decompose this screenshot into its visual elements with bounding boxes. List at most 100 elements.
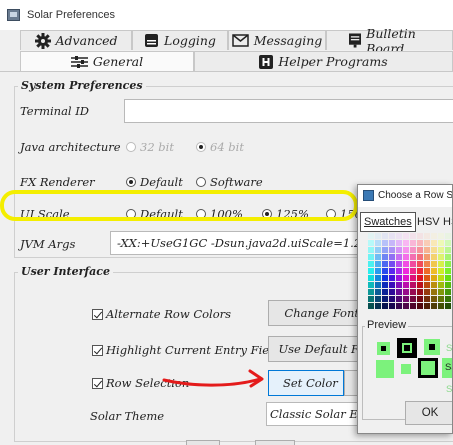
- color-swatch[interactable]: [410, 268, 416, 274]
- color-swatch[interactable]: [424, 233, 430, 239]
- color-swatch[interactable]: [396, 289, 402, 295]
- alternate-row-colors-checkbox[interactable]: Alternate Row Colors: [92, 307, 231, 321]
- color-swatch[interactable]: [375, 275, 381, 281]
- color-swatch[interactable]: [368, 247, 374, 253]
- highlight-entry-field-checkbox[interactable]: Highlight Current Entry Field: [92, 343, 280, 357]
- color-swatch[interactable]: [445, 261, 451, 267]
- tab-messaging[interactable]: Messaging: [228, 30, 326, 50]
- tab-swatches[interactable]: Swatches: [360, 212, 416, 232]
- color-swatch[interactable]: [382, 254, 388, 260]
- color-swatch[interactable]: [375, 240, 381, 246]
- color-swatch[interactable]: [424, 268, 430, 274]
- color-swatch[interactable]: [445, 296, 451, 302]
- color-swatch[interactable]: [375, 233, 381, 239]
- color-swatch[interactable]: [431, 296, 437, 302]
- bottom-button-1[interactable]: [186, 440, 220, 445]
- color-swatch[interactable]: [431, 282, 437, 288]
- tab-hsv[interactable]: HSV: [414, 212, 443, 232]
- color-swatch[interactable]: [375, 303, 381, 309]
- color-swatch[interactable]: [445, 254, 451, 260]
- terminal-id-input[interactable]: [124, 99, 453, 123]
- color-swatch[interactable]: [445, 240, 451, 246]
- color-swatch[interactable]: [410, 296, 416, 302]
- color-swatch[interactable]: [403, 240, 409, 246]
- color-swatch[interactable]: [410, 247, 416, 253]
- color-swatch[interactable]: [382, 296, 388, 302]
- color-swatch[interactable]: [410, 240, 416, 246]
- color-swatch[interactable]: [389, 233, 395, 239]
- color-swatch[interactable]: [389, 247, 395, 253]
- color-swatch[interactable]: [417, 296, 423, 302]
- use-default-font-button[interactable]: Use Default F: [268, 336, 364, 362]
- color-swatch[interactable]: [417, 268, 423, 274]
- fx-default-radio[interactable]: Default: [126, 175, 183, 189]
- tab-hsl[interactable]: HS: [440, 212, 452, 232]
- color-swatch[interactable]: [445, 268, 451, 274]
- color-swatch[interactable]: [375, 296, 381, 302]
- color-swatch[interactable]: [431, 254, 437, 260]
- color-swatch[interactable]: [368, 289, 374, 295]
- color-swatch[interactable]: [431, 233, 437, 239]
- color-swatch[interactable]: [417, 261, 423, 267]
- color-swatch[interactable]: [396, 268, 402, 274]
- color-swatch[interactable]: [403, 261, 409, 267]
- color-swatch[interactable]: [396, 233, 402, 239]
- java-32bit-radio[interactable]: 32 bit: [126, 140, 174, 154]
- set-color-button[interactable]: Set Color: [268, 370, 344, 396]
- bottom-button-2[interactable]: [255, 440, 295, 445]
- tab-logging[interactable]: Logging: [132, 30, 228, 50]
- color-swatch[interactable]: [375, 254, 381, 260]
- color-swatch[interactable]: [431, 268, 437, 274]
- color-swatch[interactable]: [445, 233, 451, 239]
- color-swatch[interactable]: [389, 275, 395, 281]
- color-swatch[interactable]: [410, 254, 416, 260]
- color-swatch[interactable]: [410, 261, 416, 267]
- color-swatch[interactable]: [389, 240, 395, 246]
- color-swatch[interactable]: [438, 240, 444, 246]
- color-swatch[interactable]: [438, 289, 444, 295]
- color-swatch[interactable]: [410, 289, 416, 295]
- color-swatch[interactable]: [375, 261, 381, 267]
- color-swatch[interactable]: [396, 261, 402, 267]
- color-swatch[interactable]: [438, 296, 444, 302]
- color-swatch[interactable]: [368, 240, 374, 246]
- color-swatch[interactable]: [375, 268, 381, 274]
- color-swatch[interactable]: [382, 240, 388, 246]
- swatch-grid[interactable]: [368, 233, 453, 317]
- tab-advanced[interactable]: Advanced: [20, 30, 132, 50]
- color-swatch[interactable]: [396, 282, 402, 288]
- color-swatch[interactable]: [382, 289, 388, 295]
- color-swatch[interactable]: [389, 282, 395, 288]
- color-swatch[interactable]: [438, 275, 444, 281]
- color-swatch[interactable]: [424, 296, 430, 302]
- color-swatch[interactable]: [431, 303, 437, 309]
- color-swatch[interactable]: [368, 282, 374, 288]
- color-swatch[interactable]: [445, 289, 451, 295]
- color-swatch[interactable]: [389, 268, 395, 274]
- color-swatch[interactable]: [417, 233, 423, 239]
- solar-theme-select[interactable]: Classic Solar Eclip: [266, 402, 366, 426]
- color-swatch[interactable]: [410, 233, 416, 239]
- color-swatch[interactable]: [424, 282, 430, 288]
- color-swatch[interactable]: [403, 289, 409, 295]
- color-swatch[interactable]: [396, 275, 402, 281]
- color-swatch[interactable]: [368, 275, 374, 281]
- color-swatch[interactable]: [389, 289, 395, 295]
- color-swatch[interactable]: [403, 254, 409, 260]
- color-swatch[interactable]: [396, 247, 402, 253]
- color-swatch[interactable]: [389, 254, 395, 260]
- ok-button[interactable]: OK: [405, 401, 452, 425]
- color-swatch[interactable]: [382, 303, 388, 309]
- color-swatch[interactable]: [424, 247, 430, 253]
- color-swatch[interactable]: [445, 247, 451, 253]
- color-swatch[interactable]: [368, 268, 374, 274]
- color-swatch[interactable]: [438, 247, 444, 253]
- color-swatch[interactable]: [368, 296, 374, 302]
- color-swatch[interactable]: [445, 275, 451, 281]
- tab-bulletin-board[interactable]: Bulletin Board: [326, 26, 453, 56]
- color-swatch[interactable]: [417, 282, 423, 288]
- color-swatch[interactable]: [403, 247, 409, 253]
- color-swatch[interactable]: [368, 254, 374, 260]
- color-swatch[interactable]: [417, 303, 423, 309]
- color-swatch[interactable]: [396, 240, 402, 246]
